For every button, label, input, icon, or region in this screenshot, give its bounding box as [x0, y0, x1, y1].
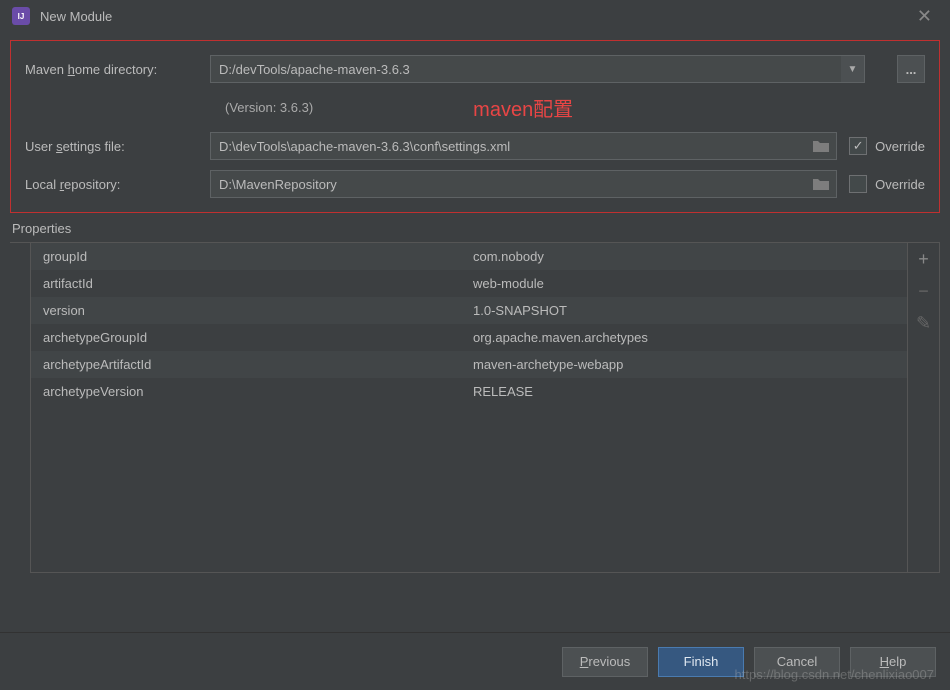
settings-override-checkbox[interactable]: ✓	[849, 137, 867, 155]
titlebar: New Module ✕	[0, 0, 950, 32]
maven-config-annotation: maven配置	[473, 93, 573, 122]
help-button[interactable]: Help	[850, 647, 936, 677]
repo-override-checkbox[interactable]	[849, 175, 867, 193]
property-value: maven-archetype-webapp	[473, 357, 895, 372]
local-repo-label: Local repository:	[25, 177, 210, 192]
properties-actions: + − ✎	[908, 243, 940, 573]
property-key: archetypeArtifactId	[43, 357, 473, 372]
edit-icon[interactable]: ✎	[908, 307, 939, 339]
property-key: version	[43, 303, 473, 318]
settings-file-row: User settings file: ✓ Override	[25, 132, 925, 160]
override-label: Override	[875, 177, 925, 192]
add-icon[interactable]: +	[908, 243, 939, 275]
window-title: New Module	[40, 9, 911, 24]
table-row[interactable]: archetypeArtifactIdmaven-archetype-webap…	[31, 351, 907, 378]
property-value: web-module	[473, 276, 895, 291]
override-label: Override	[875, 139, 925, 154]
table-row[interactable]: version1.0-SNAPSHOT	[31, 297, 907, 324]
property-key: archetypeGroupId	[43, 330, 473, 345]
maven-home-input[interactable]	[210, 55, 865, 83]
dialog-buttons: Previous Finish Cancel Help	[0, 632, 950, 690]
intellij-icon	[12, 7, 30, 25]
maven-home-row: Maven home directory: ▼ ...	[25, 55, 925, 83]
browse-button[interactable]: ...	[897, 55, 925, 83]
folder-icon[interactable]	[813, 178, 829, 190]
settings-file-input[interactable]	[210, 132, 837, 160]
maven-version: (Version: 3.6.3)	[225, 100, 313, 115]
properties-section: Properties groupIdcom.nobodyartifactIdwe…	[10, 219, 940, 573]
table-row[interactable]: groupIdcom.nobody	[31, 243, 907, 270]
maven-config-section: Maven home directory: ▼ ... (Version: 3.…	[10, 40, 940, 213]
folder-icon[interactable]	[813, 140, 829, 152]
table-row[interactable]: archetypeVersionRELEASE	[31, 378, 907, 405]
repo-override: Override	[849, 175, 925, 193]
properties-table[interactable]: groupIdcom.nobodyartifactIdweb-modulever…	[30, 243, 908, 573]
property-key: groupId	[43, 249, 473, 264]
previous-button[interactable]: Previous	[562, 647, 648, 677]
property-key: artifactId	[43, 276, 473, 291]
settings-file-label: User settings file:	[25, 139, 210, 154]
maven-home-label: Maven home directory:	[25, 62, 210, 77]
cancel-button[interactable]: Cancel	[754, 647, 840, 677]
property-value: RELEASE	[473, 384, 895, 399]
table-row[interactable]: artifactIdweb-module	[31, 270, 907, 297]
version-row: (Version: 3.6.3) maven配置	[25, 93, 925, 122]
close-icon[interactable]: ✕	[911, 6, 938, 27]
local-repo-row: Local repository: Override	[25, 170, 925, 198]
property-value: com.nobody	[473, 249, 895, 264]
finish-button[interactable]: Finish	[658, 647, 744, 677]
dropdown-icon[interactable]: ▼	[841, 55, 865, 83]
remove-icon[interactable]: −	[908, 275, 939, 307]
property-value: org.apache.maven.archetypes	[473, 330, 895, 345]
settings-override: ✓ Override	[849, 137, 925, 155]
property-value: 1.0-SNAPSHOT	[473, 303, 895, 318]
properties-title: Properties	[10, 219, 940, 243]
property-key: archetypeVersion	[43, 384, 473, 399]
local-repo-input[interactable]	[210, 170, 837, 198]
table-row[interactable]: archetypeGroupIdorg.apache.maven.archety…	[31, 324, 907, 351]
